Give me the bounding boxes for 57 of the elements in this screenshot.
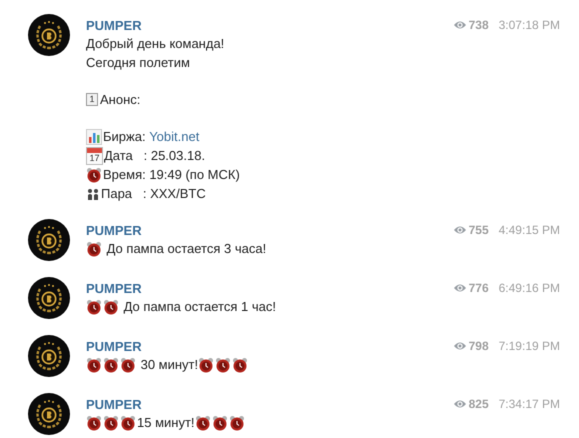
message-text: Пара : XXX/BTC (101, 186, 206, 201)
link[interactable]: Yobit.net (149, 129, 200, 144)
author-name[interactable]: PUMPER (86, 338, 142, 354)
keycap-icon: 1 (86, 93, 98, 106)
message-text: До пампа остается 1 час! (122, 299, 276, 314)
view-count: 825 (468, 397, 489, 411)
alarm-clock-icon (120, 356, 136, 372)
author-name[interactable]: PUMPER (86, 222, 142, 238)
author-name[interactable]: PUMPER (86, 18, 142, 32)
view-count: 755 (468, 223, 489, 237)
view-count: 798 (468, 339, 489, 353)
eye-icon (452, 224, 467, 236)
alarm-clock-icon (86, 356, 102, 372)
message-text: 15 минут! (137, 415, 195, 430)
message-text: Анонс: (100, 92, 140, 107)
author-name[interactable]: PUMPER (86, 280, 142, 296)
alarm-clock-icon (103, 298, 119, 314)
eye-icon (452, 19, 467, 31)
alarm-clock-icon (86, 166, 102, 182)
alarm-clock-icon (103, 356, 119, 372)
alarm-clock-icon (215, 356, 232, 372)
message-text: Время: 19:49 (по МСК) (103, 167, 240, 182)
alarm-clock-icon (232, 356, 248, 372)
bar-chart-icon (86, 128, 102, 144)
two-people-icon (86, 186, 100, 200)
avatar (28, 335, 70, 377)
message-text: Добрый день команда! (86, 36, 224, 51)
avatar (28, 277, 70, 319)
eye-icon (452, 340, 467, 352)
alarm-clock-icon (212, 414, 228, 430)
message-time: 7:34:17 PM (498, 397, 560, 411)
message-time: 7:19:19 PM (498, 339, 560, 353)
eye-icon (452, 282, 467, 294)
message-time: 6:49:16 PM (498, 281, 560, 295)
message-time: 3:07:18 PM (498, 18, 560, 32)
alarm-clock-icon (86, 414, 102, 430)
avatar (28, 219, 70, 261)
message-time: 4:49:15 PM (498, 223, 560, 237)
alarm-clock-icon (194, 414, 211, 430)
calendar-icon: 17 (86, 146, 103, 164)
alarm-clock-icon (103, 414, 119, 430)
alarm-clock-icon (86, 240, 102, 256)
view-count: 776 (468, 281, 489, 295)
alarm-clock-icon (120, 414, 136, 430)
message-text: До пампа остается 3 часа! (106, 241, 266, 256)
view-count: 738 (468, 18, 489, 32)
message-text: Биржа: (103, 129, 147, 144)
alarm-clock-icon (198, 356, 214, 372)
alarm-clock-icon (228, 414, 245, 430)
message-text: Сегодня полетим (86, 55, 190, 70)
avatar (28, 393, 70, 435)
avatar (28, 14, 70, 56)
alarm-clock-icon (86, 298, 102, 314)
author-name[interactable]: PUMPER (86, 396, 142, 412)
message-text: Дата : 25.03.18. (104, 148, 206, 163)
eye-icon (452, 398, 467, 410)
message-text: 30 минут! (140, 357, 198, 372)
